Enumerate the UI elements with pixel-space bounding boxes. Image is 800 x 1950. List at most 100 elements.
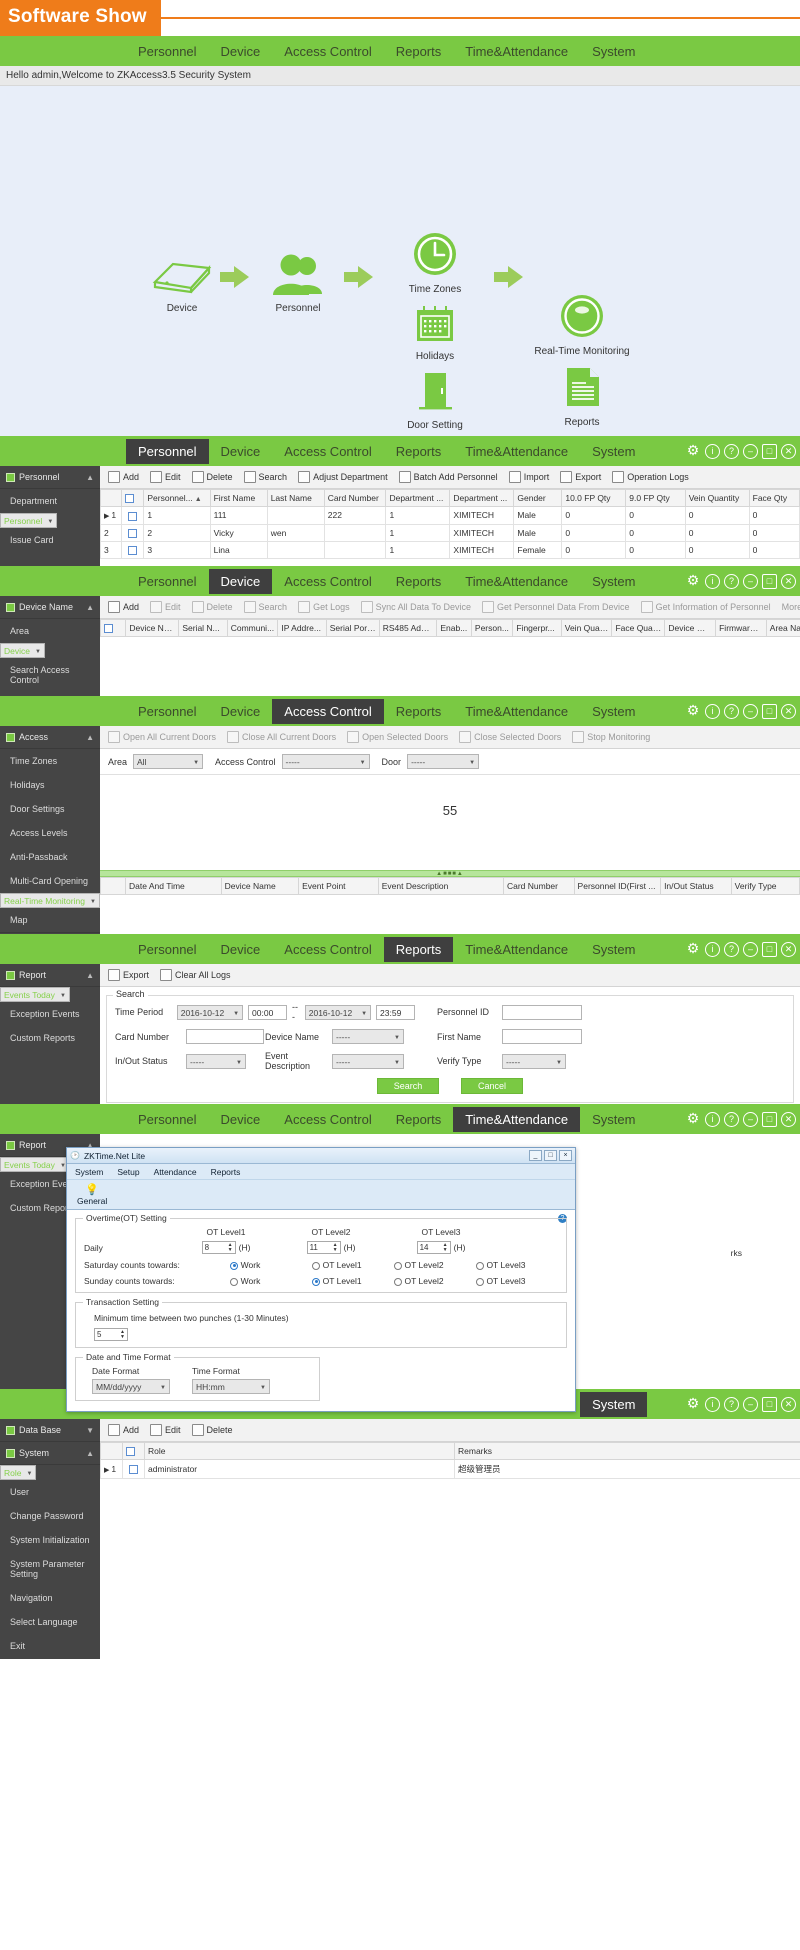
sidebar-item-real-time-monitoring[interactable]: Real-Time Monitoring <box>0 893 100 908</box>
export-button[interactable]: Export <box>104 967 153 983</box>
help-icon[interactable]: ? <box>724 1397 739 1412</box>
ot-level1-daily-spinner[interactable]: 8▲▼ <box>202 1241 236 1254</box>
access-tab-personnel[interactable]: Personnel <box>126 699 209 724</box>
access-sidebar-group[interactable]: Access ▲ <box>0 726 100 749</box>
nav-tab-reports[interactable]: Reports <box>384 39 454 64</box>
select-all-checkbox[interactable] <box>125 494 134 503</box>
minimum-punch-time-spinner[interactable]: 5▲▼ <box>94 1328 128 1341</box>
workflow-node-realtime-monitoring[interactable]: Real-Time Monitoring <box>512 293 652 357</box>
sidebar-item-time-zones[interactable]: Time Zones <box>0 749 100 773</box>
radio-icon[interactable] <box>476 1278 484 1286</box>
personnel-tab-system[interactable]: System <box>580 439 647 464</box>
table-row[interactable]: 2 2 Vicky wen 1 XIMITECH Male 0 0 0 0 <box>101 524 800 541</box>
get-information-personnel-button[interactable]: Get Information of Personnel <box>637 599 775 615</box>
dialog-titlebar[interactable]: 🕑 ZKTime.Net Lite _ □ × <box>67 1148 575 1164</box>
device-tab-access-control[interactable]: Access Control <box>272 569 383 594</box>
first-name-input[interactable] <box>502 1029 582 1044</box>
col-device-name[interactable]: Device Na... <box>126 620 179 637</box>
sync-all-data-button[interactable]: Sync All Data To Device <box>357 599 475 615</box>
sidebar-item-navigation[interactable]: Navigation <box>0 1586 100 1610</box>
personnel-sidebar-group[interactable]: Personnel ▲ <box>0 466 100 489</box>
col-remarks[interactable]: Remarks <box>455 1443 800 1460</box>
collapse-chevron-icon[interactable]: ▲ <box>86 603 94 612</box>
reports-tab-device[interactable]: Device <box>209 937 273 962</box>
attendance-tab-personnel[interactable]: Personnel <box>126 1107 209 1132</box>
collapse-chevron-icon[interactable]: ▲ <box>86 1449 94 1458</box>
col-fingerprint[interactable]: Fingerpr... <box>513 620 561 637</box>
select-all-checkbox-cell[interactable] <box>121 490 144 507</box>
maximize-icon[interactable]: □ <box>762 444 777 459</box>
info-icon[interactable]: i <box>705 942 720 957</box>
col-card-number[interactable]: Card Number <box>503 878 574 895</box>
sidebar-item-role[interactable]: Role <box>0 1465 36 1480</box>
help-icon[interactable]: ? <box>724 942 739 957</box>
close-icon[interactable]: ✕ <box>781 444 796 459</box>
access-tab-system[interactable]: System <box>580 699 647 724</box>
spinner-arrows-icon[interactable]: ▲▼ <box>228 1243 233 1253</box>
date-format-select[interactable]: MM/dd/yyyy <box>92 1379 170 1394</box>
get-personnel-data-button[interactable]: Get Personnel Data From Device <box>478 599 634 615</box>
sunday-option-work[interactable]: Work <box>230 1276 312 1286</box>
sidebar-item-system-parameter-setting[interactable]: System Parameter Setting <box>0 1552 100 1586</box>
sidebar-item-device[interactable]: Device <box>0 643 45 658</box>
event-description-select[interactable]: ----- <box>332 1054 404 1069</box>
search-button[interactable]: Search <box>240 599 292 615</box>
col-rs485-address[interactable]: RS485 Addr... <box>379 620 437 637</box>
time-format-select[interactable]: HH:mm <box>192 1379 270 1394</box>
info-icon[interactable]: i <box>705 1397 720 1412</box>
close-icon[interactable]: ✕ <box>781 574 796 589</box>
spinner-arrows-icon[interactable]: ▲▼ <box>333 1243 338 1253</box>
col-fp-qty-9[interactable]: 9.0 FP Qty <box>626 490 685 507</box>
sidebar-item-change-password[interactable]: Change Password <box>0 1504 100 1528</box>
door-select[interactable]: ----- <box>407 754 479 769</box>
workflow-node-reports[interactable]: Reports <box>527 366 637 428</box>
sidebar-item-events-today[interactable]: Events Today <box>0 987 70 1002</box>
sidebar-item-events-today[interactable]: Events Today <box>0 1157 70 1172</box>
col-area-name[interactable]: Area Name <box>766 620 800 637</box>
col-vein-quantity[interactable]: Vein Quantity <box>685 490 749 507</box>
select-all-checkbox[interactable] <box>104 624 113 633</box>
sunday-option-ot1[interactable]: OT Level1 <box>312 1276 394 1286</box>
add-button[interactable]: Add <box>104 469 143 485</box>
device-tab-personnel[interactable]: Personnel <box>126 569 209 594</box>
personnel-tab-time-attendance[interactable]: Time&Attendance <box>453 439 580 464</box>
radio-icon[interactable] <box>230 1262 238 1270</box>
col-department-2[interactable]: Department ... <box>450 490 514 507</box>
workflow-node-time-zones[interactable]: Time Zones <box>380 231 490 295</box>
open-all-current-doors-button[interactable]: Open All Current Doors <box>104 729 220 745</box>
get-logs-button[interactable]: Get Logs <box>294 599 354 615</box>
attendance-tab-system[interactable]: System <box>580 1107 647 1132</box>
col-card-number[interactable]: Card Number <box>324 490 386 507</box>
col-event-point[interactable]: Event Point <box>299 878 379 895</box>
device-sidebar-group[interactable]: Device Name ▲ <box>0 596 100 619</box>
reports-tab-system[interactable]: System <box>580 937 647 962</box>
row-checkbox[interactable] <box>128 512 137 521</box>
col-personnel[interactable]: Person... <box>471 620 512 637</box>
sunday-option-ot2[interactable]: OT Level2 <box>394 1276 476 1286</box>
sidebar-item-anti-passback[interactable]: Anti-Passback <box>0 845 100 869</box>
workflow-node-holidays[interactable]: Holidays <box>380 304 490 362</box>
sidebar-item-area[interactable]: Area <box>0 619 100 643</box>
table-row[interactable]: ▶1 administrator 超级管理员 <box>101 1460 800 1479</box>
col-personnel-id[interactable]: Personnel ID(First ... <box>574 878 661 895</box>
saturday-option-work[interactable]: Work <box>230 1260 312 1270</box>
minimize-icon[interactable]: – <box>743 704 758 719</box>
minimize-icon[interactable]: – <box>743 574 758 589</box>
col-fp-qty-10[interactable]: 10.0 FP Qty <box>562 490 626 507</box>
col-last-name[interactable]: Last Name <box>267 490 324 507</box>
col-device-model[interactable]: Device Mo... <box>665 620 716 637</box>
sidebar-item-door-settings[interactable]: Door Settings <box>0 797 100 821</box>
gear-icon[interactable]: ⚙ <box>685 703 701 719</box>
import-button[interactable]: Import <box>505 469 554 485</box>
ribbon-general-button[interactable]: 💡 General <box>77 1183 107 1206</box>
saturday-option-ot1[interactable]: OT Level1 <box>312 1260 394 1270</box>
info-icon[interactable]: i <box>705 574 720 589</box>
select-all-checkbox-cell[interactable] <box>123 1443 145 1460</box>
sunday-option-ot3[interactable]: OT Level3 <box>476 1276 558 1286</box>
minimize-icon[interactable]: – <box>743 444 758 459</box>
export-button[interactable]: Export <box>556 469 605 485</box>
radio-icon[interactable] <box>312 1278 320 1286</box>
adjust-department-button[interactable]: Adjust Department <box>294 469 392 485</box>
sidebar-item-issue-card[interactable]: Issue Card <box>0 528 100 552</box>
radio-icon[interactable] <box>230 1278 238 1286</box>
